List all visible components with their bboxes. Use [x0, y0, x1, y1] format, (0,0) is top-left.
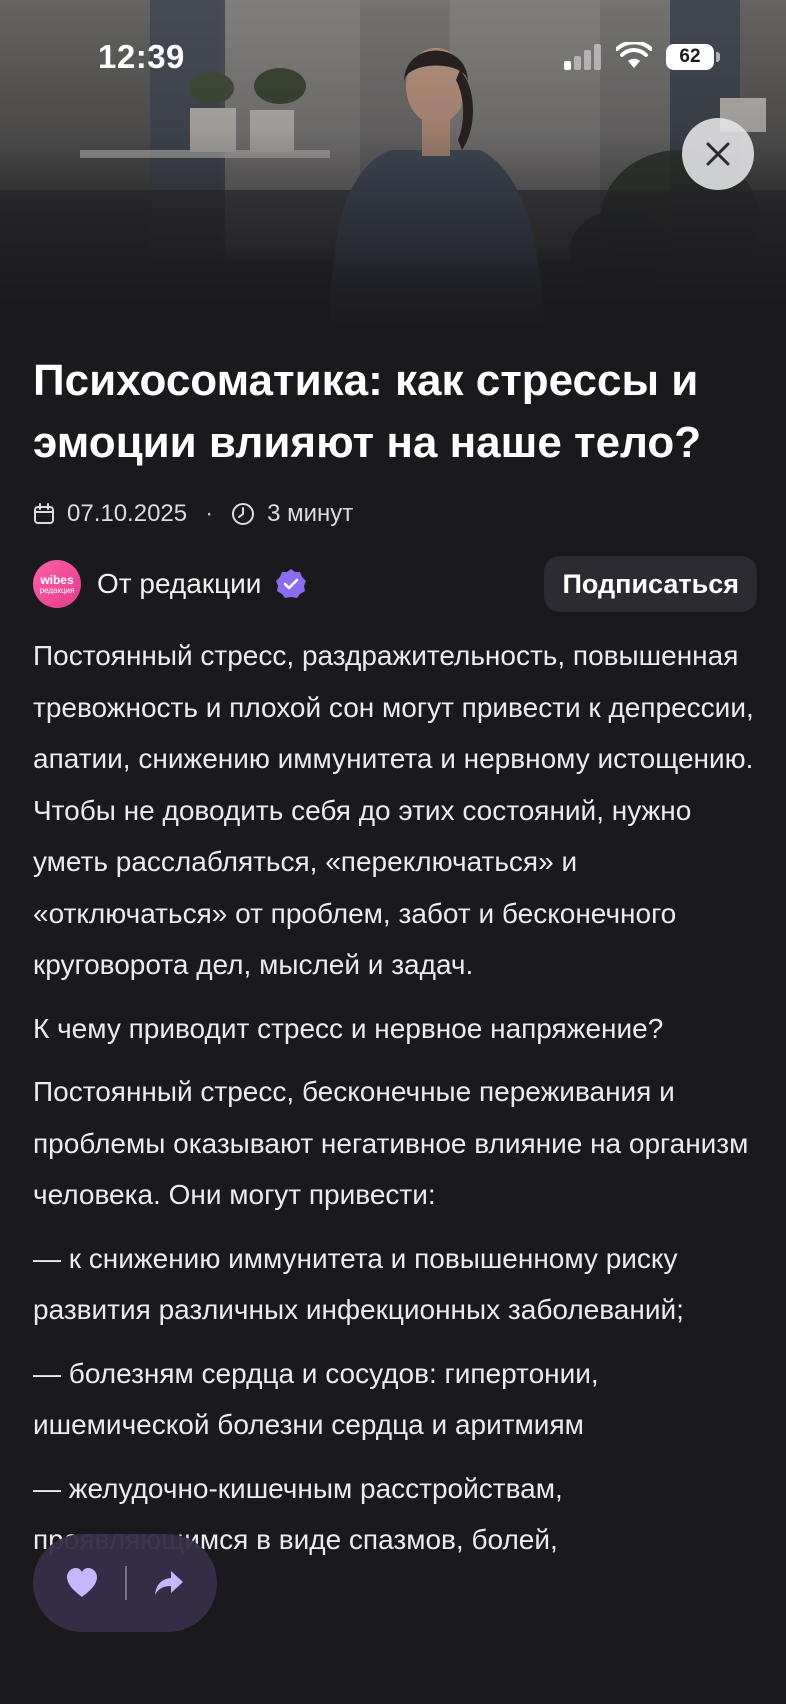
- status-time: 12:39: [98, 38, 185, 75]
- battery-nub: [716, 52, 720, 62]
- article-title: Психосоматика: как стрессы и эмоции влия…: [33, 356, 702, 467]
- article: Психосоматика: как стрессы и эмоции влия…: [33, 350, 757, 1578]
- clock-icon: [232, 503, 255, 525]
- article-meta: 07.10.2025 · 3 минут: [33, 494, 757, 534]
- verified-badge-icon: [276, 569, 307, 598]
- article-date: 07.10.2025: [67, 500, 188, 527]
- subscribe-button[interactable]: Подписаться: [544, 556, 757, 612]
- paragraph: — к снижению иммунитета и повышенному ри…: [33, 1242, 684, 1326]
- share-button[interactable]: [153, 1569, 185, 1597]
- article-body: Постоянный стресс, раздражительность, по…: [33, 630, 757, 1566]
- paragraph: Постоянный стресс, бесконечные переживан…: [33, 1076, 749, 1210]
- read-time: 3 минут: [267, 500, 354, 527]
- author-row: wibes редакция От редакции Подписаться: [33, 556, 757, 612]
- battery-icon: 62: [666, 44, 714, 70]
- status-bar: 12:39 62: [0, 0, 786, 110]
- like-button[interactable]: [65, 1567, 99, 1599]
- close-button[interactable]: [682, 118, 754, 190]
- close-icon: [706, 142, 730, 166]
- avatar-logo-subtext: редакция: [39, 585, 75, 595]
- author-avatar[interactable]: wibes редакция: [33, 560, 81, 608]
- avatar-logo-text: wibes: [40, 572, 74, 587]
- share-icon: [155, 1571, 183, 1595]
- author-name[interactable]: От редакции: [97, 568, 261, 600]
- heart-icon: [67, 1568, 97, 1597]
- signal-icon: [564, 44, 601, 70]
- wifi-icon: [616, 42, 652, 68]
- paragraph: — болезням сердца и сосудов: гипертонии,…: [33, 1357, 599, 1441]
- action-divider: [125, 1566, 127, 1600]
- paragraph: К чему приводит стресс и нервное напряже…: [33, 1012, 664, 1044]
- calendar-icon: [34, 503, 54, 524]
- action-pill: [33, 1534, 217, 1632]
- meta-separator: ·: [205, 500, 214, 527]
- paragraph: Постоянный стресс, раздражительность, по…: [33, 640, 754, 980]
